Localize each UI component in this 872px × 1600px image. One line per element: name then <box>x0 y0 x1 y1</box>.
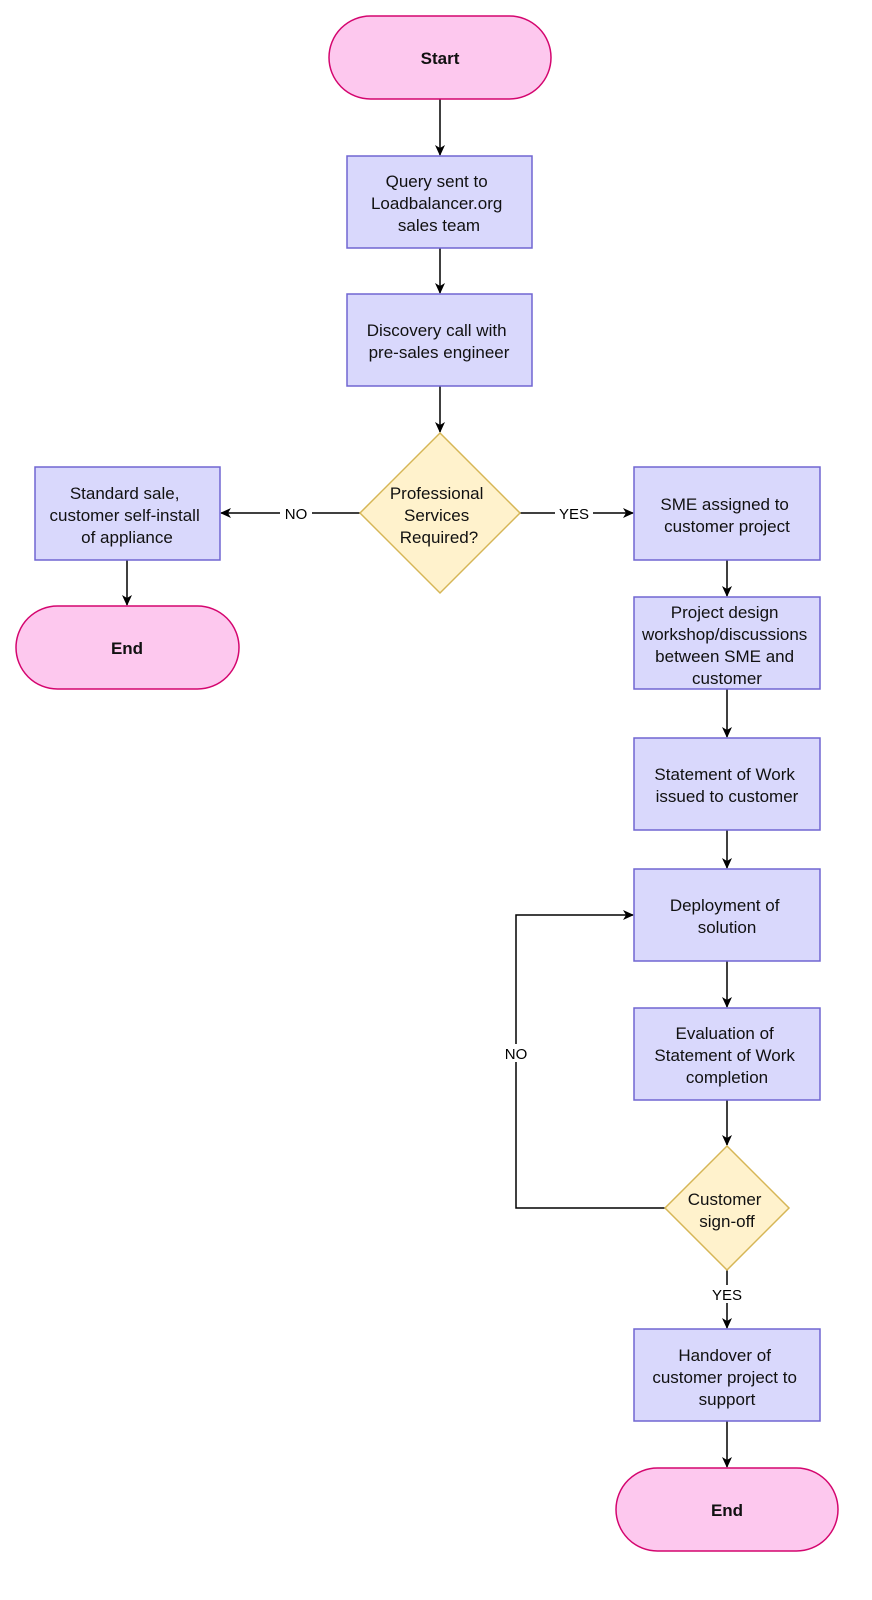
evaluation-node: Evaluation of Statement of Work completi… <box>633 1007 821 1101</box>
sow-issued-node: Statement of Work issued to customer <box>633 737 821 831</box>
query-sent-node: Query sent to Loadbalancer.org sales tea… <box>346 155 533 249</box>
standard-sale-node: Standard sale, customer self-install of … <box>34 466 221 561</box>
discovery-call-node: Discovery call with pre-sales engineer <box>346 293 533 387</box>
design-workshop-node: Project design workshop/discussions betw… <box>633 596 821 690</box>
edge-label-yes: YES <box>559 506 589 523</box>
sme-assigned-node: SME assigned to customer project <box>633 466 821 561</box>
svg-text:Professional Services: Professional Services Required? <box>390 484 488 547</box>
svg-text:Start: Start <box>421 49 460 68</box>
handover-node: Handover of customer project to support <box>633 1328 821 1422</box>
flowchart: NO YES NO YES Start Query sent to Loadba… <box>15 15 839 1552</box>
deployment-node: Deployment of solution <box>633 868 821 962</box>
end-node-right: End <box>615 1467 839 1552</box>
edge-label-signoff-yes: YES <box>712 1287 742 1304</box>
professional-services-decision: Professional Services Required? <box>358 431 522 595</box>
edge-label-no: NO <box>285 506 308 523</box>
svg-text:End: End <box>111 639 143 658</box>
edge-label-signoff-no: NO <box>505 1046 528 1063</box>
end-node-left: End <box>15 605 240 690</box>
start-node: Start <box>328 15 552 100</box>
svg-text:End: End <box>711 1501 743 1520</box>
customer-signoff-decision: Customer sign-off <box>663 1144 791 1272</box>
